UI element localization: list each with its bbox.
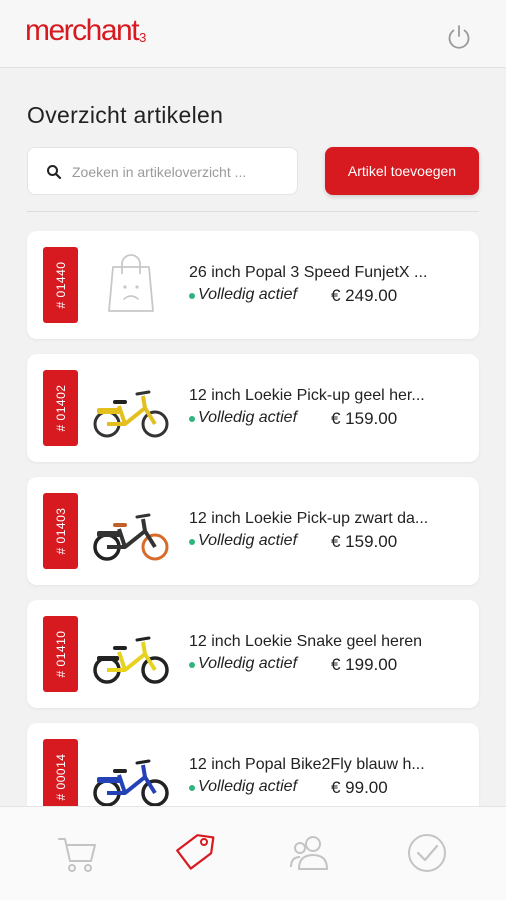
- article-card[interactable]: # 01440 26 inch Popal 3 Speed FunjetX ..…: [27, 231, 479, 339]
- bike-blue-icon: [93, 759, 169, 806]
- article-name: 12 inch Loekie Pick-up zwart da...: [189, 510, 429, 527]
- article-id-badge: # 01440: [43, 247, 78, 323]
- page-title: Overzicht artikelen: [27, 102, 224, 128]
- article-card[interactable]: # 01410 12 inch Loekie Snake geel heren …: [27, 600, 479, 708]
- merchant3-logo: merchant3: [25, 14, 147, 47]
- article-price: € 159.00: [331, 532, 398, 551]
- bike-black-icon: [93, 513, 169, 561]
- status-dot: [189, 785, 195, 791]
- status-dot: [189, 662, 195, 668]
- article-status: Volledig actief: [198, 778, 298, 795]
- article-price: € 99.00: [331, 778, 388, 797]
- article-status: Volledig actief: [198, 655, 298, 672]
- article-card[interactable]: # 01403 12 inch Loekie Pick-up zwart da.…: [27, 477, 479, 585]
- article-price: € 159.00: [331, 409, 398, 428]
- add-article-button[interactable]: Artikel toevoegen: [325, 147, 479, 195]
- divider: [27, 211, 479, 212]
- article-id-badge: # 01402: [43, 370, 78, 446]
- article-price: € 199.00: [331, 655, 398, 674]
- article-id-badge: # 00014: [43, 739, 78, 806]
- status-dot: [189, 416, 195, 422]
- article-status: Volledig actief: [198, 409, 298, 426]
- article-name: 12 inch Loekie Pick-up geel her...: [189, 387, 425, 404]
- tag-icon[interactable]: [171, 829, 219, 877]
- app-header: merchant3: [0, 0, 506, 68]
- article-name: 26 inch Popal 3 Speed FunjetX ...: [189, 264, 428, 281]
- article-id-badge: # 01410: [43, 616, 78, 692]
- bike-yellow-icon: [93, 390, 169, 438]
- status-dot: [189, 293, 195, 299]
- article-name: 12 inch Loekie Snake geel heren: [189, 633, 423, 650]
- article-card[interactable]: # 00014 12 inch Popal Bike2Fly blauw h..…: [27, 723, 479, 806]
- search-box[interactable]: [27, 147, 298, 195]
- bottom-nav: [0, 806, 506, 900]
- article-id-badge: # 01403: [43, 493, 78, 569]
- article-status: Volledig actief: [198, 286, 298, 303]
- cart-icon[interactable]: [53, 829, 101, 877]
- status-dot: [189, 539, 195, 545]
- search-icon: [47, 165, 62, 180]
- article-card[interactable]: # 01402 12 inch Loekie Pick-up geel her.…: [27, 354, 479, 462]
- search-input[interactable]: [70, 156, 292, 188]
- article-name: 12 inch Popal Bike2Fly blauw h...: [189, 756, 425, 773]
- users-icon[interactable]: [287, 829, 335, 877]
- article-list[interactable]: # 01440 26 inch Popal 3 Speed FunjetX ..…: [0, 231, 506, 806]
- power-icon[interactable]: [444, 22, 474, 52]
- shopping-bag-placeholder-icon: [108, 254, 154, 312]
- bike-yellow-black-icon: [93, 636, 169, 684]
- article-status: Volledig actief: [198, 532, 298, 549]
- check-circle-icon[interactable]: [403, 829, 451, 877]
- article-price: € 249.00: [331, 286, 398, 305]
